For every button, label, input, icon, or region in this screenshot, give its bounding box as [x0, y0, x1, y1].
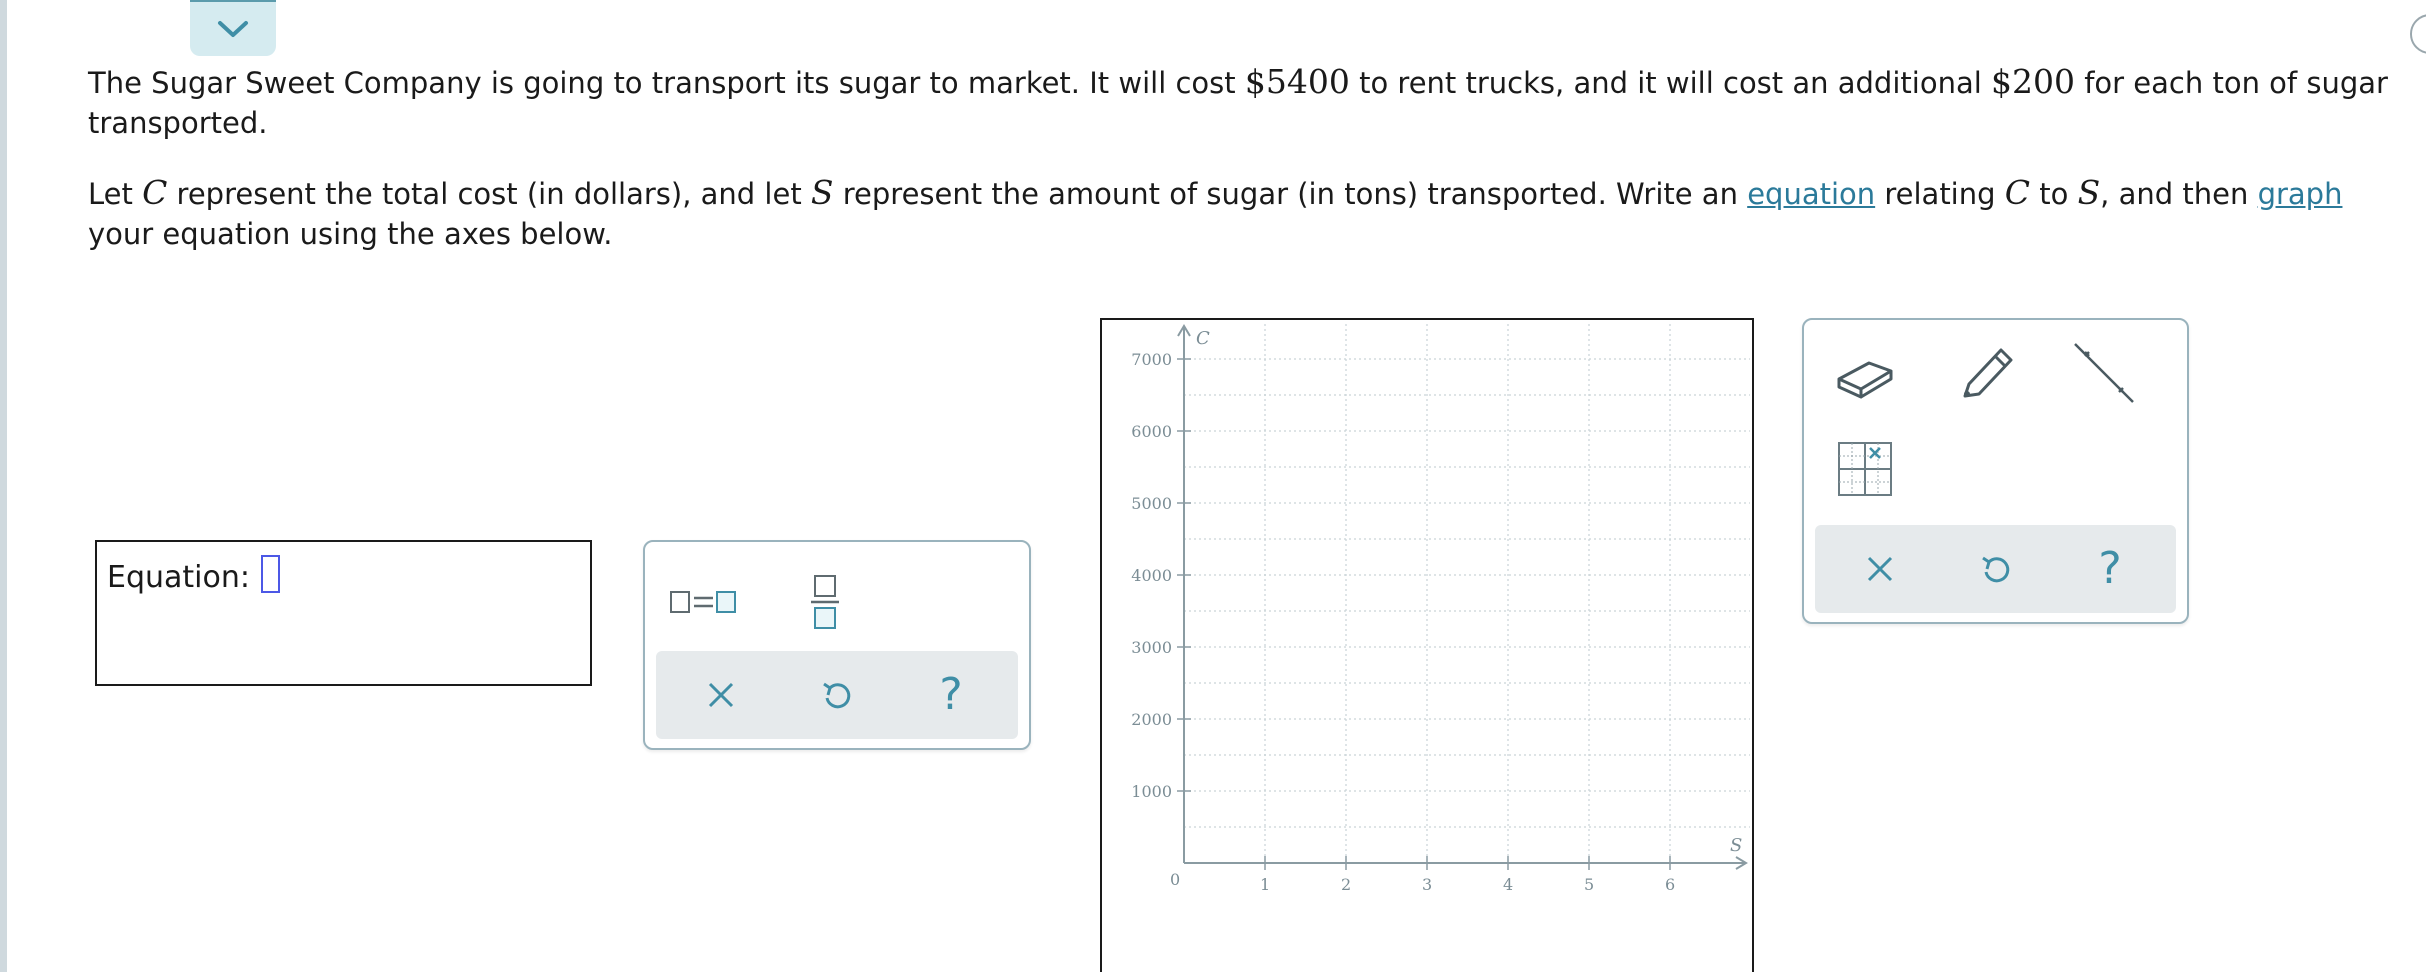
undo-icon: [1982, 556, 2010, 583]
y-tick-label: 6000: [1131, 422, 1172, 441]
clear-graph-button[interactable]: [1850, 539, 1910, 599]
undo-graph-button[interactable]: [1966, 539, 2026, 599]
pencil-icon: [1963, 348, 2013, 398]
equation-link[interactable]: equation: [1747, 177, 1875, 211]
chevron-down-icon: [218, 21, 248, 37]
undo-icon: [823, 682, 851, 709]
problem-text: to rent trucks, and it will cost an addi…: [1349, 66, 1991, 100]
graph-grid-icon: [1838, 442, 1892, 496]
line-tool-icon: [2074, 343, 2134, 403]
x-tick-label: 1: [1260, 875, 1270, 894]
help-icon: ?: [2098, 543, 2122, 594]
variable-c: C: [142, 173, 168, 212]
y-tick-label: 3000: [1131, 638, 1172, 657]
axes: [1177, 324, 1748, 870]
undo-button[interactable]: [807, 665, 867, 725]
close-icon: [708, 682, 734, 708]
x-tick-label: 4: [1503, 875, 1513, 894]
x-tick-label: 6: [1665, 875, 1675, 894]
variable-s: S: [2077, 173, 2101, 212]
graph-plot[interactable]: S C 0 1 2 3 4 5 6 1000 2000 3000 4000 5000 6000 7000: [1102, 320, 1752, 974]
variable-c: C: [2004, 173, 2030, 212]
close-icon: [1867, 556, 1893, 582]
y-tick-label: 7000: [1131, 350, 1172, 369]
equation-action-bar: ?: [656, 651, 1018, 739]
help-button[interactable]: ?: [921, 665, 981, 725]
y-tick-label: 5000: [1131, 494, 1172, 513]
line-tool-button[interactable]: [2068, 338, 2140, 408]
graph-tool-panel: ?: [1802, 318, 2189, 624]
question-text: The Sugar Sweet Company is going to tran…: [88, 62, 2388, 284]
problem-statement: The Sugar Sweet Company is going to tran…: [88, 62, 2388, 143]
help-icon: ?: [939, 669, 963, 720]
side-panel-toggle[interactable]: [2410, 14, 2426, 54]
problem-text: The Sugar Sweet Company is going to tran…: [88, 66, 1245, 100]
left-rail: [0, 0, 7, 972]
instruction-text: represent the amount of sugar (in tons) …: [833, 177, 1748, 211]
graph-help-button[interactable]: ?: [2080, 539, 2140, 599]
equation-answer-box[interactable]: Equation:: [95, 540, 592, 686]
equation-input-slot[interactable]: [261, 555, 280, 593]
collapse-toggle-button[interactable]: [190, 0, 276, 56]
instruction-text: , and then: [2100, 177, 2258, 211]
y-tick-label: 1000: [1131, 782, 1172, 801]
y-tick-label: 4000: [1131, 566, 1172, 585]
x-axis-label: S: [1730, 835, 1742, 856]
truck-cost-value: $5400: [1244, 62, 1350, 101]
y-axis-label: C: [1196, 328, 1210, 349]
graph-canvas[interactable]: S C 0 1 2 3 4 5 6 1000 2000 3000 4000 5000 6000 7000: [1100, 318, 1754, 972]
graph-grid-button[interactable]: [1834, 438, 1896, 500]
variable-s: S: [810, 173, 834, 212]
instruction-text: Let: [88, 177, 143, 211]
x-tick-label: 5: [1584, 875, 1594, 894]
equation-label: Equation:: [107, 560, 250, 595]
x-tick-label: 3: [1422, 875, 1432, 894]
instruction-text: to: [2030, 177, 2078, 211]
instruction-text: your equation using the axes below.: [88, 217, 613, 251]
instruction-text: represent the total cost (in dollars), a…: [167, 177, 811, 211]
eraser-icon: [1837, 361, 1893, 399]
eraser-button[interactable]: [1830, 342, 1900, 408]
instructions: Let C represent the total cost (in dolla…: [88, 173, 2388, 254]
equation-tool-panel: ?: [643, 540, 1031, 750]
fraction-template-button[interactable]: [793, 564, 857, 640]
box-equals-box-icon: [670, 591, 736, 613]
instruction-text: relating: [1875, 177, 2005, 211]
y-tick-label: 2000: [1131, 710, 1172, 729]
per-ton-cost-value: $200: [1991, 62, 2075, 101]
clear-button[interactable]: [691, 665, 751, 725]
equals-template-button[interactable]: [665, 572, 745, 632]
graph-action-bar: ?: [1815, 525, 2176, 613]
x-tick-label: 2: [1341, 875, 1351, 894]
grid-lines: [1184, 324, 1750, 863]
origin-label: 0: [1170, 870, 1180, 889]
fraction-icon: [811, 575, 839, 629]
graph-link[interactable]: graph: [2258, 177, 2343, 211]
pencil-button[interactable]: [1954, 338, 2020, 408]
